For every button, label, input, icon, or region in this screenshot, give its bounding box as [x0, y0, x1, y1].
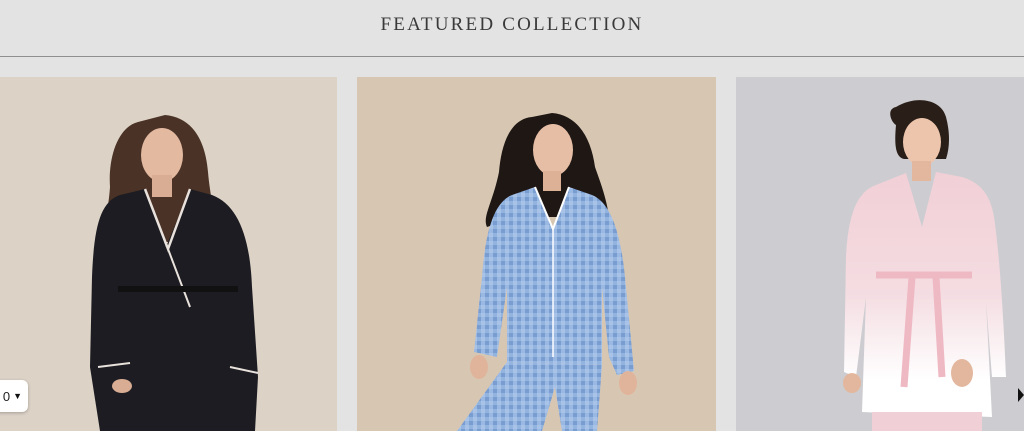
product-image-black-robe — [0, 77, 337, 431]
product-image-pink-robe — [736, 77, 1024, 431]
currency-selector[interactable]: 0 ▼ — [0, 380, 28, 412]
product-card-black-robe[interactable] — [0, 77, 337, 431]
section-title: FEATURED COLLECTION — [380, 14, 644, 35]
chevron-down-icon: ▼ — [13, 391, 22, 401]
product-card-pink-robe[interactable] — [736, 77, 1024, 431]
featured-collection-header: FEATURED COLLECTION — [0, 0, 1024, 57]
product-image-blue-pajamas — [357, 77, 716, 431]
product-card-blue-pajamas[interactable] — [357, 77, 716, 431]
currency-value: 0 — [2, 388, 11, 404]
chevron-right-icon[interactable] — [1018, 388, 1024, 402]
